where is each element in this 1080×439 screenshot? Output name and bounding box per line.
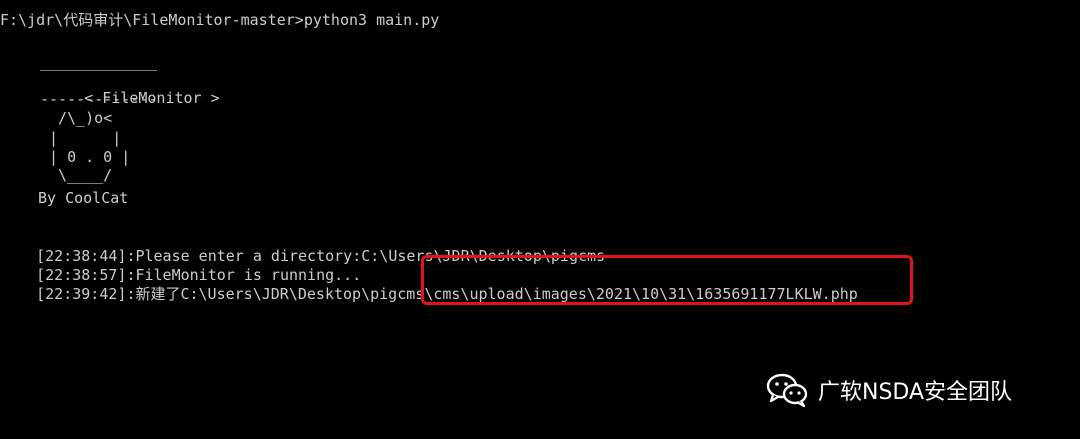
banner-art-face: 0 . 0 [67, 148, 113, 166]
banner-right-bracket: > [201, 89, 220, 107]
log-line-2: [22:38:57]:FileMonitor is running... [0, 247, 361, 284]
highlight-annotation-box [421, 255, 913, 305]
banner-top-rule: _____________ [40, 53, 158, 71]
banner-art-ears: /\_)o< [58, 109, 113, 127]
banner-art-side-top: | | [49, 129, 122, 147]
log-timestamp: [22:39:42] [36, 285, 127, 303]
watermark: 广软NSDA安全团队 [766, 370, 1056, 410]
wechat-icon [766, 372, 810, 408]
terminal-window[interactable]: F:\jdr\代码审计\FileMonitor-master>python3 m… [0, 0, 1080, 439]
banner-author: By CoolCat [38, 189, 129, 207]
prompt-line: F:\jdr\代码审计\FileMonitor-master>python3 m… [0, 11, 440, 29]
log-line-1: [22:38:44]:Please enter a directory:C:\U… [0, 228, 605, 265]
banner-rule: ------------- [40, 90, 158, 108]
watermark-text: 广软NSDA安全团队 [818, 380, 1013, 405]
banner-art-bottom: \____/ [58, 166, 113, 184]
ascii-banner: _____________ < FileMonitor > ----------… [0, 0, 220, 207]
log-message-prefix: :新建了C:\Users\JDR\Desktop\pigcms [126, 285, 425, 303]
banner-art-face-row: | 0 . 0 | [49, 148, 131, 166]
